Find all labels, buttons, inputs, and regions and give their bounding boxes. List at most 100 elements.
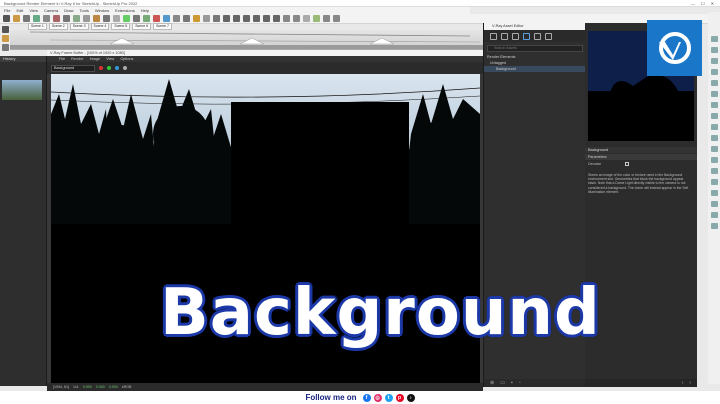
tab-scene-7[interactable]: Scene 7 [153, 23, 172, 30]
prev-icon[interactable]: ‹ [682, 380, 684, 386]
vray-light-icon[interactable] [193, 15, 200, 22]
menu-camera[interactable]: Camera [44, 8, 58, 13]
wireframe-style-icon[interactable] [293, 15, 300, 22]
materials-tab-icon[interactable] [490, 32, 497, 40]
tape-measure-icon[interactable] [113, 15, 120, 22]
red-channel-icon[interactable] [99, 66, 103, 70]
select-tool-icon[interactable] [3, 15, 10, 22]
vray-proxy-icon[interactable] [213, 15, 220, 22]
menu-draw[interactable]: Draw [64, 8, 73, 13]
settings-tab-icon[interactable] [545, 32, 552, 40]
denoise-checkbox[interactable] [625, 162, 630, 166]
match-photo-icon[interactable] [710, 146, 718, 152]
green-channel-icon[interactable] [107, 66, 111, 70]
location-icon[interactable] [710, 223, 718, 229]
facebook-icon[interactable]: f [362, 393, 371, 402]
vray-asset-editor-icon[interactable] [173, 15, 180, 22]
shaded-style-icon[interactable] [303, 15, 310, 22]
geometry-tab-icon[interactable] [512, 32, 519, 40]
extension-icon[interactable] [710, 212, 718, 218]
menu-extensions[interactable]: Extensions [115, 8, 135, 13]
rectangle-tool-icon[interactable] [33, 15, 40, 22]
tab-scene-2[interactable]: Scene 2 [48, 23, 68, 30]
minimize-button[interactable]: — [691, 1, 695, 6]
scenes-icon[interactable] [710, 91, 718, 97]
textured-style-icon[interactable] [313, 15, 320, 22]
sandbox-icon[interactable] [710, 190, 718, 196]
history-thumbnail[interactable] [2, 80, 42, 100]
rotate-tool-icon[interactable] [83, 15, 90, 22]
vray-vfb-icon[interactable] [183, 15, 190, 22]
menu-file[interactable]: File [4, 8, 10, 13]
zoom-tool-icon[interactable] [143, 15, 150, 22]
vray-interactive-icon[interactable] [163, 15, 170, 22]
close-button[interactable]: ✕ [711, 1, 714, 6]
tab-scene-5[interactable]: Scene 5 [111, 23, 131, 30]
orbit-tool-icon[interactable] [123, 15, 130, 22]
view-right-icon[interactable] [253, 15, 260, 22]
paint-icon[interactable] [1, 35, 9, 42]
offset-tool-icon[interactable] [103, 15, 110, 22]
menu-view[interactable]: View [29, 8, 38, 13]
entity-info-icon[interactable] [710, 47, 718, 53]
layer-tool-icon[interactable] [710, 36, 718, 42]
view-left-icon[interactable] [273, 15, 280, 22]
menu-help[interactable]: Help [141, 8, 149, 13]
instagram-icon[interactable]: ◎ [373, 393, 382, 402]
circle-tool-icon[interactable] [43, 15, 50, 22]
render-element-select[interactable]: Background [51, 64, 95, 72]
blue-channel-icon[interactable] [115, 66, 119, 70]
fog-icon[interactable] [710, 113, 718, 119]
tab-scene-3[interactable]: Scene 3 [69, 23, 89, 30]
shadows-icon[interactable] [710, 80, 718, 86]
sections-icon[interactable] [710, 168, 718, 174]
view-back-icon[interactable] [263, 15, 270, 22]
warehouse-icon[interactable] [710, 201, 718, 207]
tab-scene-1[interactable]: Scene 1 [28, 23, 47, 30]
folder-icon[interactable]: ▭ [500, 380, 505, 386]
paint-bucket-icon[interactable] [53, 15, 60, 22]
textures-tab-icon[interactable] [534, 32, 541, 40]
view-iso-icon[interactable] [223, 15, 230, 22]
outliner-icon[interactable] [710, 102, 718, 108]
alpha-channel-icon[interactable] [123, 66, 127, 70]
parameters-section[interactable]: Parameters [585, 154, 697, 160]
delete-icon[interactable]: ▫ [519, 380, 521, 386]
eraser-tool-icon[interactable] [13, 15, 20, 22]
vray-render-icon[interactable] [153, 15, 160, 22]
sketchup-viewport[interactable] [10, 30, 483, 50]
menu-window[interactable]: Window [95, 8, 109, 13]
list-item-background[interactable]: Background [484, 66, 586, 72]
instructor-icon[interactable] [710, 135, 718, 141]
lights-tab-icon[interactable] [501, 32, 508, 40]
menu-edit[interactable]: Edit [16, 8, 23, 13]
view-front-icon[interactable] [243, 15, 250, 22]
pan-tool-icon[interactable] [133, 15, 140, 22]
push-pull-icon[interactable] [63, 15, 70, 22]
scale-tool-icon[interactable] [93, 15, 100, 22]
section-plane-icon[interactable] [323, 15, 330, 22]
view-top-icon[interactable] [233, 15, 240, 22]
tiktok-icon[interactable]: ♪ [406, 393, 415, 402]
add-asset-icon[interactable]: ⊕ [490, 380, 494, 386]
move-tool-icon[interactable] [73, 15, 80, 22]
tab-scene-6[interactable]: Scene 6 [132, 23, 152, 30]
save-icon[interactable]: ▪ [511, 380, 513, 386]
styles-icon[interactable] [710, 69, 718, 75]
soften-edges-icon[interactable] [710, 124, 718, 130]
line-icon[interactable] [1, 44, 9, 51]
solid-tools-icon[interactable] [710, 179, 718, 185]
section-fill-icon[interactable] [333, 15, 340, 22]
menu-tools[interactable]: Tools [80, 8, 89, 13]
tags-icon[interactable] [710, 157, 718, 163]
asset-search-input[interactable]: Search Assets [487, 45, 583, 52]
pinterest-icon[interactable]: p [395, 393, 404, 402]
vray-dome-icon[interactable] [203, 15, 210, 22]
render-elements-tab-icon[interactable] [523, 32, 530, 40]
components-icon[interactable] [710, 58, 718, 64]
next-icon[interactable]: › [689, 380, 691, 386]
pencil-tool-icon[interactable] [23, 15, 30, 22]
tab-scene-4[interactable]: Scene 4 [90, 23, 110, 30]
select-arrow-icon[interactable] [1, 26, 9, 33]
twitter-icon[interactable]: t [384, 393, 393, 402]
